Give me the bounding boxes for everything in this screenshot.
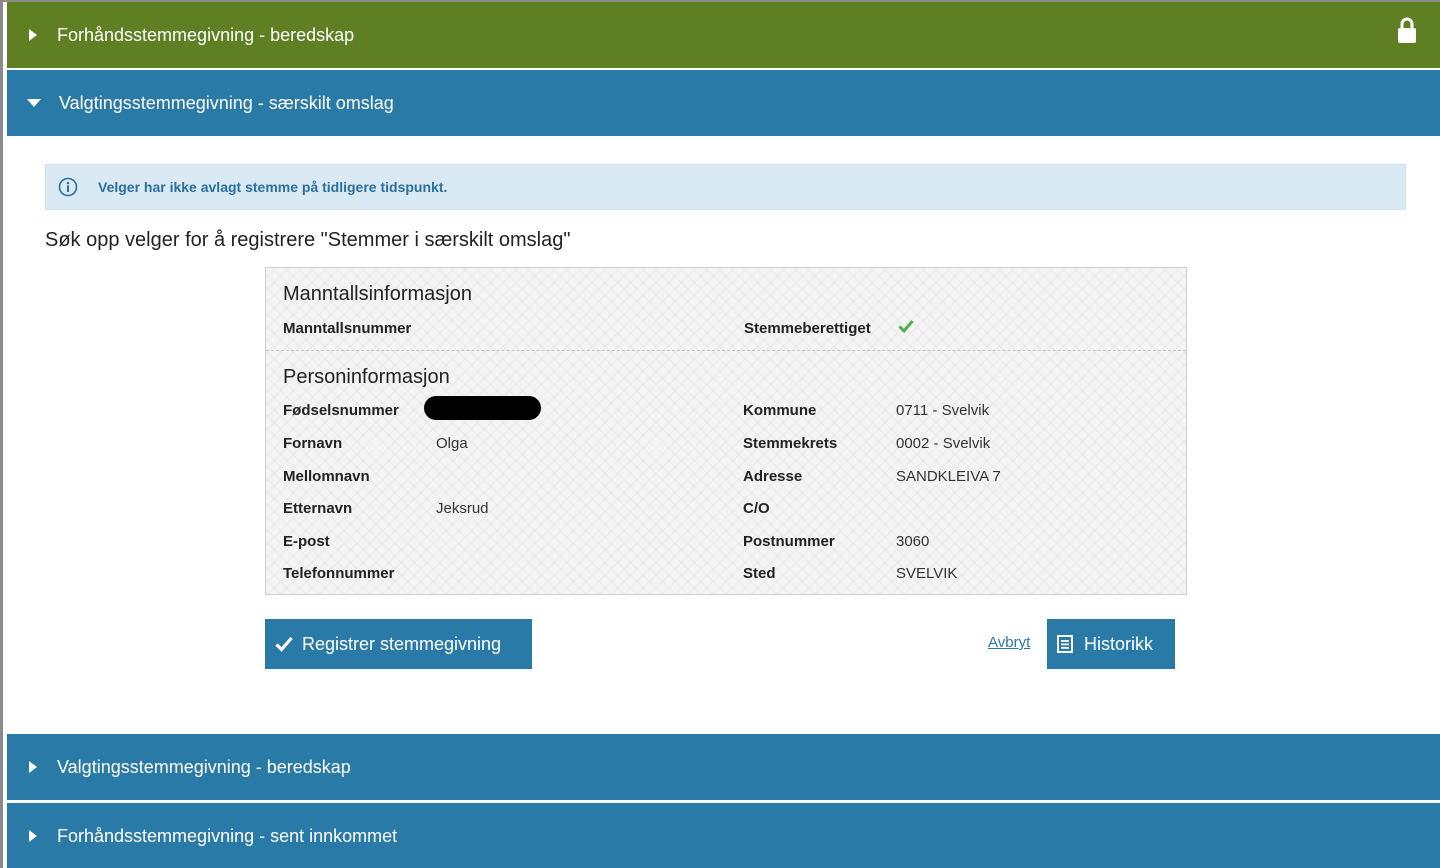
panel-title: Valgtingsstemmegivning - beredskap [57,756,351,777]
registry-number-label: Manntallsnummer [283,320,412,337]
place-label: Sted [743,565,776,582]
register-vote-label: Registrer stemmegivning [302,633,502,654]
eligible-label: Stemmeberettiget [744,320,871,337]
first-name-value: Olga [436,435,468,452]
section-divider [266,350,1186,351]
last-name-value: Jeksrud [436,500,489,517]
history-label: Historikk [1084,633,1154,654]
district-value: 0002 - Svelvik [896,435,991,452]
check-icon [275,636,293,652]
redacted-birth-number [424,396,541,420]
municipality-value: 0711 - Svelvik [896,402,990,419]
first-name-label: Fornavn [283,435,343,452]
co-label: C/O [743,500,770,517]
history-button[interactable]: Historikk [1047,619,1175,669]
panel-election-day-preparedness[interactable]: Valgtingsstemmegivning - beredskap [7,734,1440,800]
lock-icon [1398,17,1416,43]
check-icon [898,320,914,333]
last-name-label: Etternavn [283,500,353,517]
phone-label: Telefonnummer [283,565,395,582]
caret-down-icon [27,99,41,107]
voter-card: Manntallsinformasjon Manntallsnummer Ste… [265,267,1187,595]
app-frame: Forhåndsstemmegivning - beredskap Valgti… [0,0,1440,868]
panel-title: Valgtingsstemmegivning - særskilt omslag [59,92,394,113]
postal-code-label: Postnummer [743,533,835,550]
municipality-label: Kommune [743,402,817,419]
caret-right-icon [29,761,37,773]
panel-title: Forhåndsstemmegivning - beredskap [57,24,355,45]
panel-election-day-separate[interactable]: Valgtingsstemmegivning - særskilt omslag [7,70,1440,136]
middle-name-label: Mellomnavn [283,468,370,485]
panel-advance-late[interactable]: Forhåndsstemmegivning - sent innkommet [7,803,1440,868]
cancel-link[interactable]: Avbryt [988,634,1030,651]
postal-code-value: 3060 [896,533,930,550]
email-label: E-post [283,533,330,550]
caret-right-icon [29,29,37,41]
info-alert: Velger har ikke avlagt stemme på tidlige… [45,164,1406,210]
document-icon [1057,635,1073,653]
place-value: SVELVIK [896,565,958,582]
address-value: SANDKLEIVA 7 [896,468,1001,485]
caret-right-icon [29,830,37,842]
address-label: Adresse [743,468,803,485]
person-section-title: Personinformasjon [283,366,450,388]
panel-title: Forhåndsstemmegivning - sent innkommet [57,825,398,846]
district-label: Stemmekrets [743,435,838,452]
birth-number-label: Fødselsnummer [283,402,399,419]
panel-advance-preparedness[interactable]: Forhåndsstemmegivning - beredskap [7,2,1440,68]
register-vote-button[interactable]: Registrer stemmegivning [265,619,532,669]
alert-text: Velger har ikke avlagt stemme på tidlige… [98,179,448,195]
info-icon [58,177,78,197]
registry-section-title: Manntallsinformasjon [283,283,472,305]
search-heading: Søk opp velger for å registrere "Stemmer… [45,229,571,251]
